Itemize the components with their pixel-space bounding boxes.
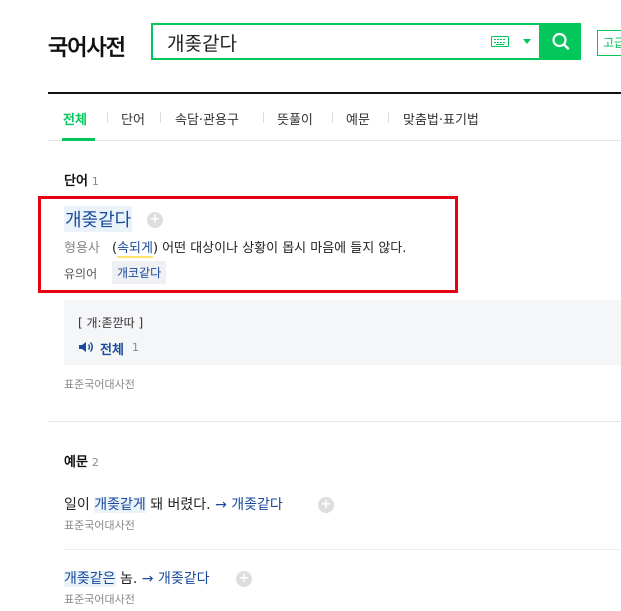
word-section-title: 단어 1 bbox=[64, 170, 99, 189]
part-of-speech: 형용사 bbox=[64, 241, 100, 256]
speaker-icon[interactable] bbox=[78, 341, 94, 353]
section-count: 2 bbox=[91, 456, 99, 469]
example-entry-link[interactable]: → 개좆같다 bbox=[142, 571, 210, 587]
definition-usage-link[interactable]: 속되게 bbox=[117, 241, 153, 258]
example-entry-link[interactable]: → 개좆같다 bbox=[215, 497, 283, 513]
tab-separator bbox=[332, 112, 333, 123]
example-text: 놈. bbox=[115, 571, 142, 587]
section-title-text: 예문 bbox=[64, 455, 88, 470]
tab-bar: 전체 단어 속담·관용구 뜻풀이 예문 맞춤법·표기법 bbox=[48, 94, 621, 141]
add-to-wordbook-icon[interactable]: + bbox=[147, 212, 163, 228]
example-keyword: 개좆같은 bbox=[64, 571, 116, 587]
section-title-text: 단어 bbox=[64, 174, 88, 189]
synonym-link[interactable]: 개코같다 bbox=[112, 261, 167, 284]
pronunciation-text: [ 개:졷깓따 ] bbox=[78, 316, 144, 330]
active-tab-indicator bbox=[62, 138, 95, 141]
dictionary-logo[interactable]: 국어사전 bbox=[48, 30, 126, 62]
example-sentence: 일이 개좆같게 돼 버렸다. → 개좆같다 bbox=[64, 494, 283, 514]
tab-word[interactable]: 단어 bbox=[121, 109, 145, 128]
example-divider bbox=[64, 549, 621, 550]
tab-example[interactable]: 예문 bbox=[346, 109, 370, 128]
synonym-label: 유의어 bbox=[64, 267, 98, 281]
definition-body: ) 어떤 대상이나 상황이 몹시 마음에 들지 않다. bbox=[152, 241, 407, 256]
source-label: 표준국어대사전 bbox=[64, 593, 135, 606]
add-to-wordbook-icon[interactable]: + bbox=[236, 571, 252, 587]
tab-separator bbox=[107, 112, 108, 123]
chevron-down-icon[interactable] bbox=[523, 39, 531, 44]
tab-all[interactable]: 전체 bbox=[63, 109, 87, 128]
example-section-title: 예문 2 bbox=[64, 451, 99, 470]
search-button[interactable] bbox=[541, 23, 581, 60]
example-sentence: 개좆같은 놈. → 개좆같다 bbox=[64, 568, 209, 588]
keyboard-icon[interactable] bbox=[491, 36, 509, 47]
pronunciation-all-link[interactable]: 전체 bbox=[100, 339, 124, 358]
search-box bbox=[151, 23, 541, 60]
search-input[interactable] bbox=[167, 30, 467, 54]
tab-meaning[interactable]: 뜻풀이 bbox=[277, 109, 313, 128]
example-keyword: 개좆같게 bbox=[94, 497, 146, 513]
tab-separator bbox=[388, 112, 389, 123]
source-label: 표준국어대사전 bbox=[64, 519, 135, 532]
pronunciation-box: [ 개:졷깓따 ] 전체 1 bbox=[64, 300, 621, 365]
definition-text: (속되게) 어떤 대상이나 상황이 몹시 마음에 들지 않다. bbox=[112, 237, 407, 258]
tab-idiom[interactable]: 속담·관용구 bbox=[175, 109, 239, 128]
search-icon bbox=[552, 32, 570, 50]
tab-separator bbox=[160, 112, 161, 123]
example-text: 돼 버렸다. bbox=[145, 497, 216, 513]
pronunciation-count: 1 bbox=[132, 341, 139, 354]
tab-separator bbox=[263, 112, 264, 123]
section-count: 1 bbox=[91, 175, 99, 188]
example-text: 일이 bbox=[64, 497, 95, 513]
tab-spelling[interactable]: 맞춤법·표기법 bbox=[403, 109, 479, 128]
section-divider bbox=[48, 421, 621, 422]
add-to-wordbook-icon[interactable]: + bbox=[318, 497, 334, 513]
entry-word-link[interactable]: 개좆같다 bbox=[64, 206, 133, 232]
ime-button[interactable]: 고급 bbox=[597, 30, 621, 56]
source-label: 표준국어대사전 bbox=[64, 378, 135, 391]
